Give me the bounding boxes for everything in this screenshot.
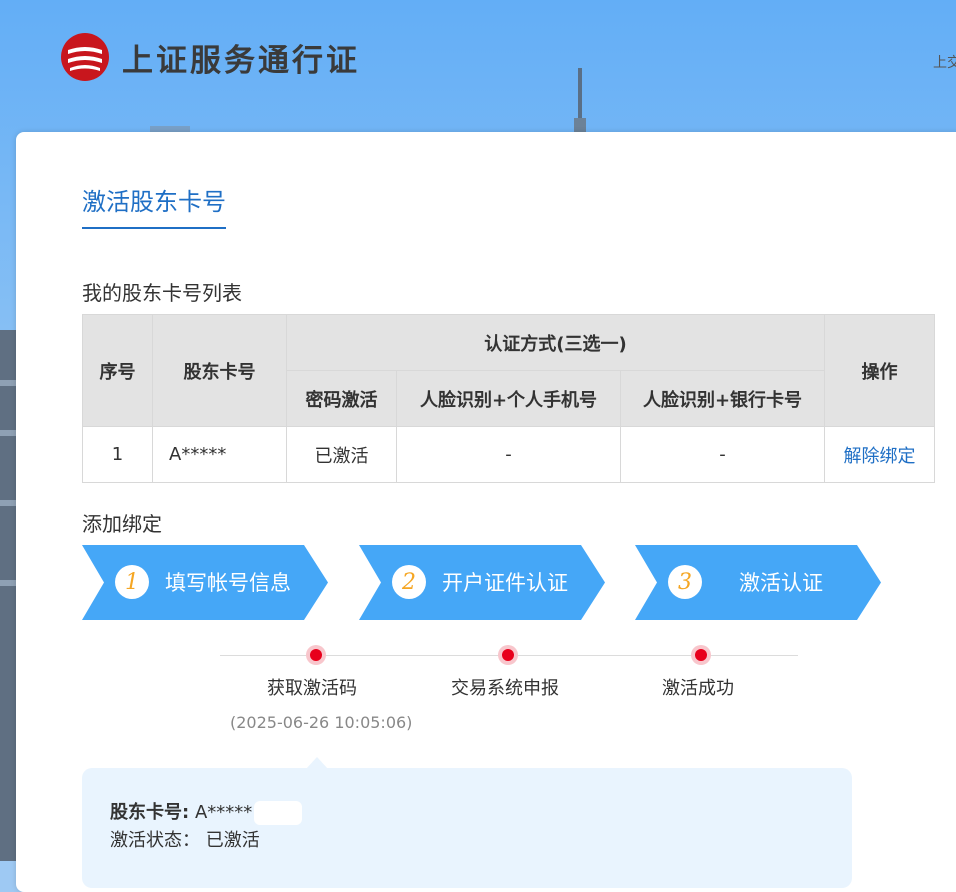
timeline-timestamp: (2025-06-26 10:05:06) — [230, 713, 413, 732]
timeline-label-declare: 交易系统申报 — [451, 678, 559, 699]
add-binding-label: 添加绑定 — [82, 512, 162, 536]
header-auth-group: 认证方式(三选一) — [286, 314, 825, 371]
header-seq: 序号 — [82, 314, 153, 427]
step-3: 3 激活认证 — [635, 545, 881, 620]
timeline-dot — [310, 649, 322, 661]
step-label: 开户证件认证 — [442, 571, 568, 595]
info-status-value: 已激活 — [205, 830, 260, 851]
step-label: 激活认证 — [739, 571, 823, 595]
step-2: 2 开户证件认证 — [359, 545, 605, 620]
info-status-line: 激活状态： 已激活 — [110, 826, 260, 852]
cell-face-phone-status: - — [396, 426, 621, 483]
step-1: 1 填写帐号信息 — [82, 545, 328, 620]
header-account: 股东卡号 — [152, 314, 287, 427]
cell-account: A***** — [152, 426, 287, 483]
logo-text: 上证服务通行证 — [122, 42, 360, 79]
info-status-key: 激活状态： — [110, 830, 200, 851]
header-auth-password: 密码激活 — [286, 370, 397, 427]
timeline-dot — [695, 649, 707, 661]
timeline-label-get-code: 获取激活码 — [267, 678, 357, 699]
shareholder-card-table: 序号 股东卡号 认证方式(三选一) 操作 密码激活 人脸识别+个人手机号 人脸识… — [82, 314, 935, 483]
header-action: 操作 — [824, 314, 935, 427]
card-list-label: 我的股东卡号列表 — [82, 281, 242, 305]
masked-region — [254, 801, 303, 825]
step-number: 3 — [668, 565, 702, 599]
info-account-line: 股东卡号: A***** — [110, 798, 303, 825]
logo[interactable]: 上证服务通行证 — [60, 32, 360, 82]
header-auth-face-phone: 人脸识别+个人手机号 — [396, 370, 621, 427]
timeline-label-success: 激活成功 — [662, 678, 734, 699]
step-number: 2 — [392, 565, 426, 599]
step-number: 1 — [115, 565, 149, 599]
cell-password-status: 已激活 — [286, 426, 397, 483]
cell-face-bank-status: - — [620, 426, 825, 483]
header-auth-face-bank: 人脸识别+银行卡号 — [620, 370, 825, 427]
info-account-key: 股东卡号: — [110, 802, 190, 823]
unbind-link[interactable]: 解除绑定 — [844, 446, 916, 467]
sse-logo-icon — [61, 33, 109, 81]
step-progress: 1 填写帐号信息 2 开户证件认证 3 激活认证 — [82, 545, 882, 620]
cell-action: 解除绑定 — [824, 426, 935, 483]
step-label: 填写帐号信息 — [165, 571, 291, 595]
cell-seq: 1 — [82, 426, 153, 483]
top-right-link[interactable]: 上交 — [933, 52, 956, 72]
page-title: 激活股东卡号 — [82, 182, 226, 229]
info-account-value: A***** — [194, 802, 253, 823]
table-row: 1 A***** 已激活 - - 解除绑定 — [82, 426, 935, 483]
timeline-dot — [502, 649, 514, 661]
